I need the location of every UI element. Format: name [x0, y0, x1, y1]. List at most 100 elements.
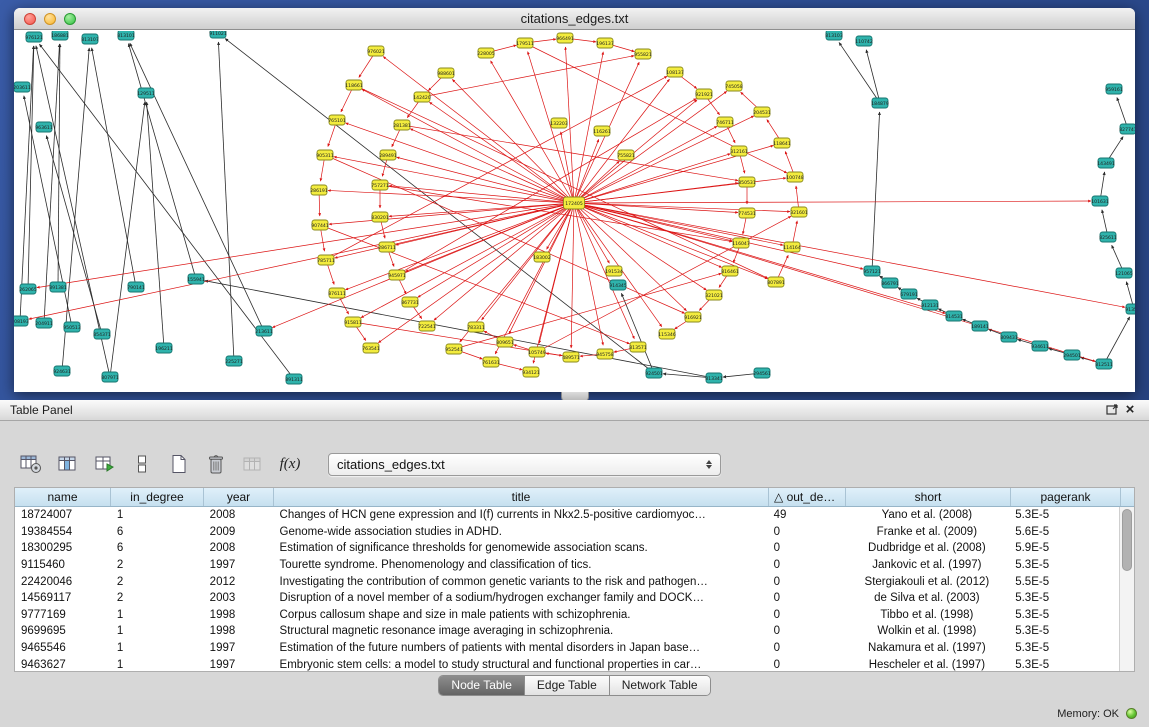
graph-node[interactable]: 115346	[658, 329, 676, 339]
graph-node[interactable]: 294501	[1063, 350, 1081, 360]
close-panel-icon[interactable]: ×	[1121, 402, 1139, 418]
graph-node[interactable]: 262065	[19, 284, 37, 294]
graph-node[interactable]: 827741	[1119, 124, 1135, 134]
graph-node[interactable]: 924501	[645, 368, 663, 378]
graph-node[interactable]: 143491	[1097, 158, 1115, 168]
table-row[interactable]: 977716911998Corpus callosum shape and si…	[15, 607, 1119, 624]
graph-node[interactable]: 915811	[344, 317, 362, 327]
graph-node[interactable]: 132203	[550, 118, 568, 128]
graph-node[interactable]: 121065	[1115, 268, 1133, 278]
graph-node[interactable]: 184879	[871, 98, 889, 108]
graph-node[interactable]: 934611	[1031, 341, 1049, 351]
graph-node[interactable]: 281381	[393, 120, 411, 130]
graph-node[interactable]: 790141	[127, 282, 145, 292]
graph-node[interactable]: 921921	[695, 89, 713, 99]
graph-node[interactable]: 129511	[137, 88, 155, 98]
graph-node[interactable]: 321601	[790, 207, 808, 217]
graph-node[interactable]: 783311	[467, 322, 485, 332]
graph-node[interactable]: 905311	[316, 150, 334, 160]
graph-node[interactable]: 966491	[556, 33, 574, 43]
graph-node[interactable]: 213611	[255, 326, 273, 336]
network-graph[interactable]: 1724059886011424202813812894917572718302…	[14, 31, 1135, 392]
graph-node[interactable]: 807891	[767, 277, 785, 287]
graph-node[interactable]: 196137	[596, 38, 614, 48]
graph-node[interactable]: 142420	[413, 92, 431, 102]
table-row[interactable]: 946554611997Estimation of the future num…	[15, 640, 1119, 657]
table-row[interactable]: 2242004622012Investigating the contribut…	[15, 573, 1119, 590]
graph-node[interactable]: 191534	[605, 266, 623, 276]
graph-node[interactable]: 110742	[855, 36, 873, 46]
column-header-out_de[interactable]: △ out_de…	[769, 488, 846, 506]
graph-node[interactable]: 945758	[596, 349, 614, 359]
graph-node[interactable]: 189141	[971, 321, 989, 331]
import-table-button[interactable]	[240, 451, 266, 477]
function-builder-button[interactable]: f(x)	[277, 451, 303, 477]
table-row[interactable]: 1872400712008Changes of HCN gene express…	[15, 507, 1119, 524]
new-column-button[interactable]	[166, 451, 192, 477]
table-row[interactable]: 1938455462009Genome-wide association stu…	[15, 524, 1119, 541]
delete-column-button[interactable]	[203, 451, 229, 477]
show-columns-button[interactable]	[55, 451, 81, 477]
graph-node[interactable]: 774531	[738, 208, 756, 218]
graph-node[interactable]: 225271	[225, 356, 243, 366]
graph-node[interactable]: 963611	[35, 122, 53, 132]
graph-node[interactable]: 988601	[437, 68, 455, 78]
graph-node[interactable]: 746711	[716, 117, 734, 127]
minimize-window-button[interactable]	[44, 13, 56, 25]
table-scrollbar[interactable]	[1119, 507, 1134, 671]
graph-node[interactable]: 952541	[445, 344, 463, 354]
graph-node[interactable]: 814531	[945, 311, 963, 321]
graph-node[interactable]: 976121	[25, 32, 43, 42]
graph-node[interactable]: 763541	[362, 343, 380, 353]
graph-node[interactable]: 679191	[900, 289, 918, 299]
graph-node[interactable]: 891381	[49, 282, 67, 292]
graph-node[interactable]: 321021	[705, 290, 723, 300]
table-chooser-dropdown[interactable]: citations_edges.txt	[328, 453, 721, 476]
graph-node[interactable]: 908193	[14, 316, 29, 326]
graph-node[interactable]: 914345	[609, 280, 627, 290]
graph-node[interactable]: 866791	[881, 278, 899, 288]
graph-node[interactable]: 204531	[753, 107, 771, 117]
graph-node[interactable]: 934121	[522, 367, 540, 377]
graph-node[interactable]: 286711	[378, 242, 396, 252]
column-header-short[interactable]: short	[846, 488, 1011, 506]
graph-node[interactable]: 911021	[209, 31, 227, 38]
graph-node[interactable]: 809651	[496, 337, 514, 347]
tab-edge-table[interactable]: Edge Table	[524, 676, 609, 695]
graph-node[interactable]: 916921	[684, 312, 702, 322]
graph-node[interactable]: 204911	[35, 318, 53, 328]
graph-node[interactable]: 114164	[783, 242, 801, 252]
graph-node[interactable]: 289491	[379, 150, 397, 160]
column-header-title[interactable]: title	[274, 488, 769, 506]
graph-node[interactable]: 100748	[786, 172, 804, 182]
graph-node[interactable]: 116047	[732, 238, 750, 248]
graph-node[interactable]: 745058	[725, 81, 743, 91]
float-panel-icon[interactable]	[1103, 402, 1121, 418]
table-row[interactable]: 911546021997Tourette syndrome. Phenomeno…	[15, 557, 1119, 574]
graph-node[interactable]: 891311	[285, 374, 303, 384]
graph-node[interactable]: 976021	[367, 46, 385, 56]
graph-node[interactable]: 830201	[371, 212, 389, 222]
graph-node[interactable]: 816461	[721, 266, 739, 276]
column-header-year[interactable]: year	[204, 488, 274, 506]
graph-node[interactable]: 118661	[345, 80, 363, 90]
tab-network-table[interactable]: Network Table	[609, 676, 710, 695]
graph-node[interactable]: 179511	[516, 38, 534, 48]
graph-node[interactable]: 912131	[921, 300, 939, 310]
graph-node[interactable]: 913571	[1125, 304, 1135, 314]
row-height-button[interactable]	[129, 451, 155, 477]
scrollbar-thumb[interactable]	[1122, 509, 1132, 571]
tab-node-table[interactable]: Node Table	[439, 676, 524, 695]
graph-node[interactable]: 867731	[401, 297, 419, 307]
graph-node[interactable]: 813571	[629, 342, 647, 352]
table-mode-button[interactable]	[18, 451, 44, 477]
graph-node[interactable]: 203611	[14, 82, 31, 92]
edit-table-button[interactable]	[92, 451, 118, 477]
graph-node[interactable]: 489571	[562, 352, 580, 362]
close-window-button[interactable]	[24, 13, 36, 25]
graph-node[interactable]: 813101	[117, 31, 135, 40]
graph-node[interactable]: 813107	[81, 34, 99, 44]
zoom-window-button[interactable]	[64, 13, 76, 25]
network-window-titlebar[interactable]: citations_edges.txt	[14, 8, 1135, 30]
graph-node[interactable]: 755821	[617, 150, 635, 160]
